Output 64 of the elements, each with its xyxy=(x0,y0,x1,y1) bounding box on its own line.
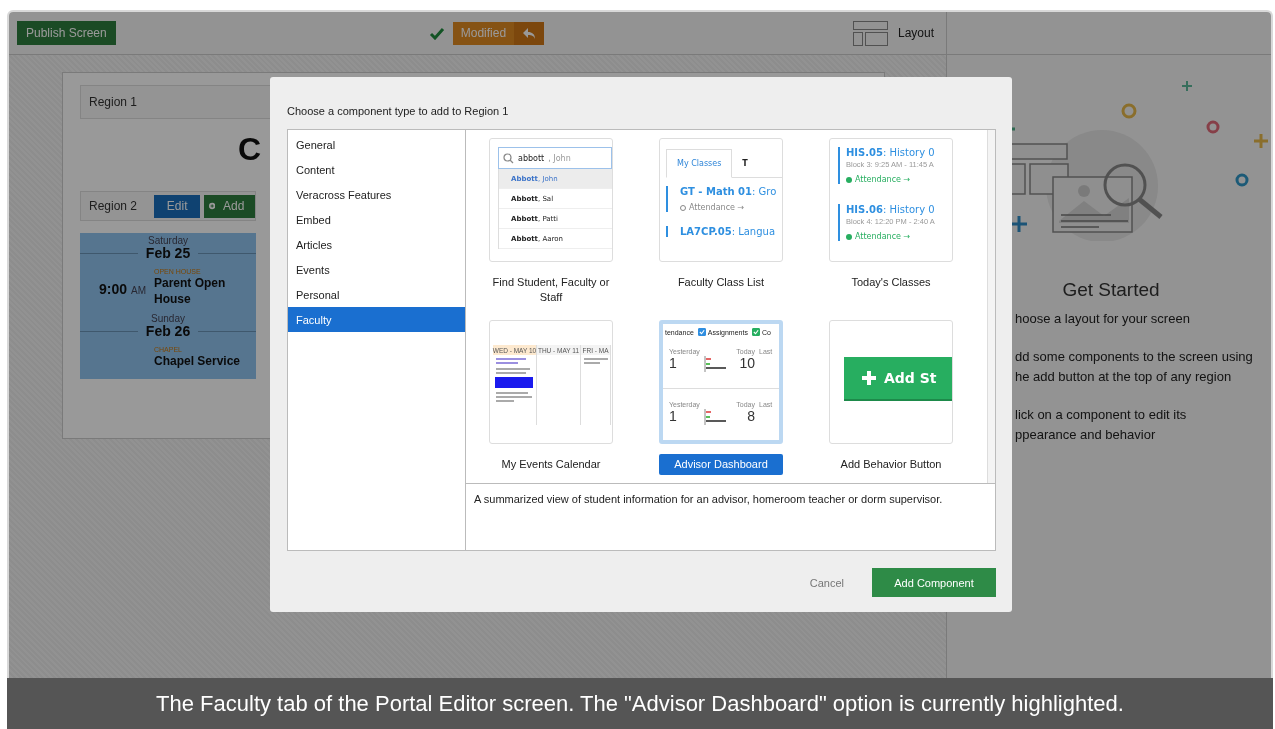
screen-heading: C xyxy=(238,131,262,169)
undo-button[interactable] xyxy=(514,21,545,45)
category-item[interactable]: Personal xyxy=(288,282,465,307)
plus-icon xyxy=(862,371,876,385)
date-label: Feb 25 xyxy=(144,246,192,260)
undo-arrow-icon xyxy=(522,27,537,39)
category-item[interactable]: Veracross Features xyxy=(288,182,465,207)
instruction-text: hoose a layout for your screen xyxy=(1015,310,1191,328)
class-title: HIS.05: History 0 xyxy=(846,147,936,158)
check-icon xyxy=(428,26,445,40)
event-time: 9:00 xyxy=(99,281,128,297)
calendar-events-drawing xyxy=(493,355,535,405)
check-icon xyxy=(698,329,705,335)
search-icon xyxy=(503,152,514,164)
instruction-text: lick on a component to edit its xyxy=(1015,406,1188,424)
tab-title[interactable]: T xyxy=(732,149,758,177)
category-item[interactable]: Content xyxy=(288,157,465,182)
event-title: Parent Open House xyxy=(154,275,227,307)
class-title: GT - Math 01: Gro xyxy=(680,186,778,197)
check-icon xyxy=(752,329,759,335)
category-item[interactable]: Embed xyxy=(288,207,465,232)
component-description: A summarized view of student information for an advisor, homeroom teacher or dorm supervisor. xyxy=(473,492,944,507)
class-title: LA7CP.05: Langua xyxy=(680,226,777,237)
time-meridiem: AM xyxy=(131,285,146,296)
stat-value: 1 xyxy=(669,355,677,371)
get-started-title: Get Started xyxy=(1061,279,1161,301)
category-item[interactable]: General xyxy=(288,132,465,157)
checkbox[interactable] xyxy=(697,328,706,336)
add-component-button[interactable]: Add Component xyxy=(872,568,996,597)
stat-value: 1 xyxy=(669,408,677,424)
stat-value: 10 xyxy=(739,355,755,371)
category-item[interactable]: Faculty xyxy=(288,307,465,332)
weekday-label: Saturday xyxy=(148,234,189,246)
caption-text: The Faculty tab of the Portal Editor screen. The "Advisor Dashboard" option is currently highlighted. xyxy=(7,678,1273,729)
add-button[interactable]: Add xyxy=(204,194,255,218)
search-hint: , John xyxy=(548,153,571,163)
instruction-text: ppearance and behavior xyxy=(1015,426,1157,444)
date-label: Feb 26 xyxy=(144,324,192,338)
publish-screen-button[interactable]: Publish Screen xyxy=(17,21,116,45)
calendar-events-drawing xyxy=(581,355,609,365)
cancel-button[interactable]: Cancel xyxy=(803,575,850,590)
component-label[interactable]: My Events Calendar xyxy=(489,454,613,475)
category-item[interactable]: Events xyxy=(288,257,465,282)
stat-value: 8 xyxy=(747,408,755,424)
component-label[interactable]: Today's Classes xyxy=(829,272,953,293)
search-query: abbott xyxy=(518,153,545,163)
component-label[interactable]: Advisor Dashboard xyxy=(659,454,783,475)
instruction-text: he add button at the top of any region xyxy=(1015,368,1233,386)
plus-circle-icon xyxy=(209,200,216,212)
class-title: HIS.06: History 0 xyxy=(846,204,936,215)
edit-button[interactable]: Edit xyxy=(154,194,200,218)
add-button-preview: Add St xyxy=(844,357,952,399)
checkbox[interactable] xyxy=(751,328,760,336)
layout-icon xyxy=(852,20,888,46)
region-label: Region 2 xyxy=(89,199,139,213)
category-item[interactable]: Articles xyxy=(288,232,465,257)
component-label[interactable]: Add Behavior Button xyxy=(829,454,953,475)
instruction-text: dd some components to the screen using xyxy=(1015,348,1254,366)
tab-title[interactable]: My Classes xyxy=(666,149,733,178)
layout-button[interactable]: Layout xyxy=(852,20,934,46)
component-label[interactable]: Find Student, Faculty or Staff xyxy=(489,272,613,308)
event-title: Chapel Service xyxy=(154,353,242,369)
weekday-label: Sunday xyxy=(151,312,186,324)
component-label[interactable]: Faculty Class List xyxy=(659,272,783,293)
